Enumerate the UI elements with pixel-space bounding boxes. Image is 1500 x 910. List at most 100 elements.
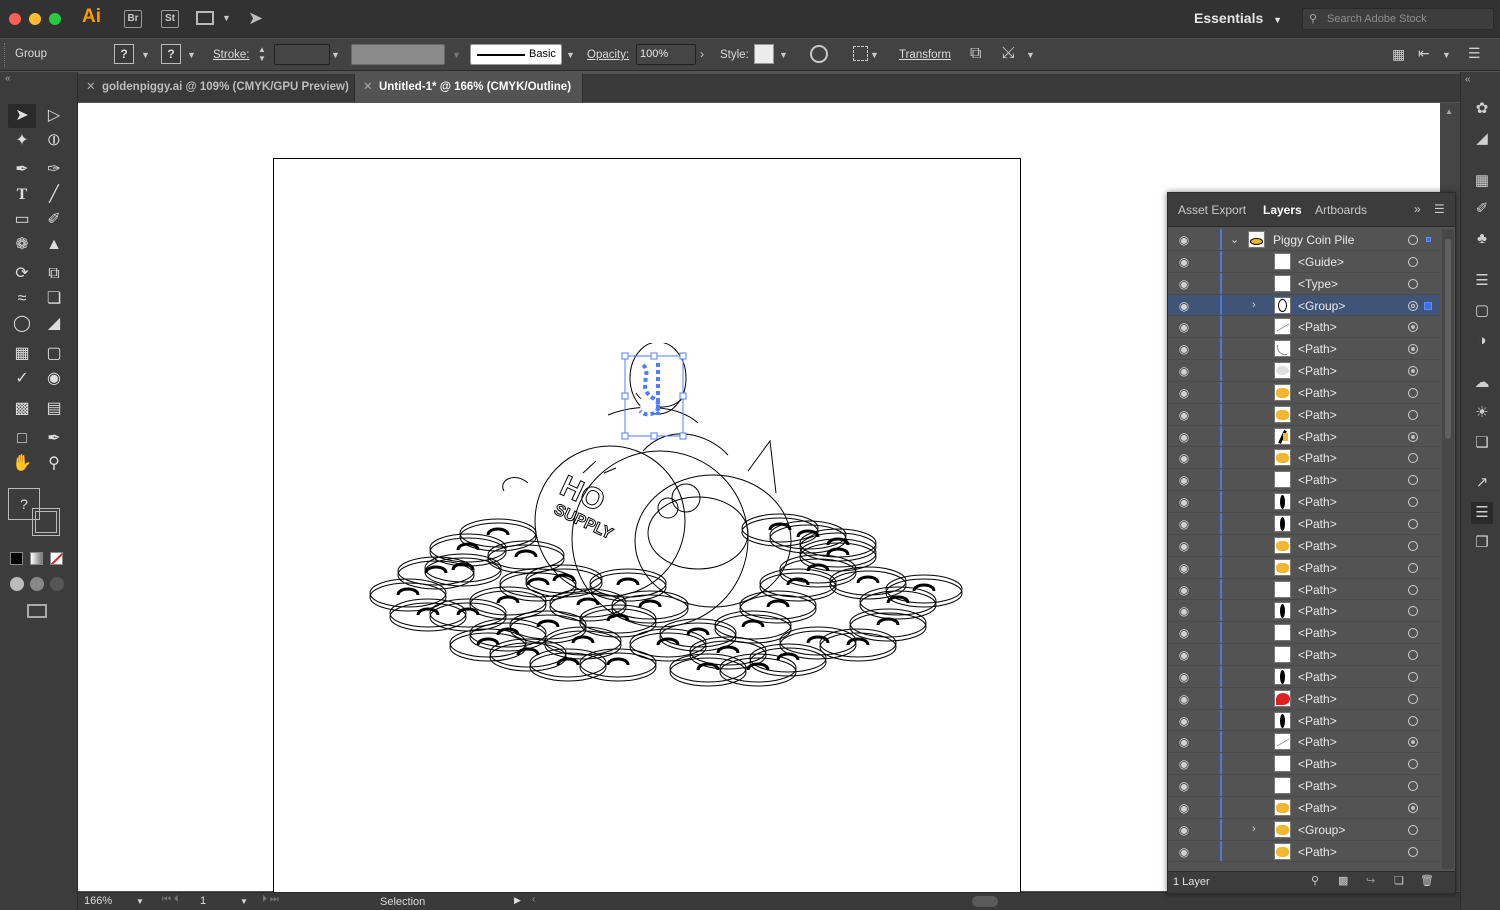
arrange-artboards-icon[interactable]: ▦ [1392, 46, 1405, 63]
transparency-panel-icon[interactable]: ◑ [1471, 330, 1493, 352]
draw-inside-icon[interactable] [50, 577, 64, 591]
layer-name[interactable]: <Path> [1298, 408, 1337, 422]
black-color-icon[interactable] [10, 552, 23, 565]
graphic-style-swatch[interactable] [754, 44, 774, 64]
zoom-window-button[interactable] [49, 13, 61, 25]
visibility-eye-icon[interactable]: ◉ [1177, 299, 1191, 313]
chevron-right-icon[interactable]: › [1252, 823, 1256, 835]
layer-name[interactable]: <Path> [1298, 692, 1337, 706]
cc-libraries-icon[interactable]: ☁ [1471, 372, 1493, 394]
layer-name[interactable]: <Group> [1298, 299, 1345, 313]
distribute-icon[interactable]: ⇤ [1418, 45, 1430, 62]
layer-name[interactable]: <Path> [1298, 561, 1337, 575]
stroke-swatch[interactable]: ? [161, 44, 181, 64]
target-circle-icon[interactable] [1408, 518, 1418, 529]
arrange-documents-icon[interactable] [196, 11, 214, 25]
visibility-eye-icon[interactable]: ◉ [1177, 670, 1191, 684]
horizontal-scroll-thumb[interactable] [972, 896, 998, 907]
bridge-button[interactable]: Br [124, 10, 142, 28]
distribute-chevron-icon[interactable]: ▼ [1442, 50, 1451, 60]
layer-row[interactable]: ◉ › <Group> [1168, 818, 1440, 841]
column-graph-tool-icon[interactable]: ▤ [40, 397, 68, 421]
layer-row[interactable]: ◉ <Path> [1168, 840, 1440, 863]
paintbrush-tool-icon[interactable]: ✐ [40, 208, 68, 232]
target-circle-icon[interactable] [1408, 366, 1418, 377]
layer-row[interactable]: ◉ <Path> [1168, 403, 1440, 426]
target-circle-icon[interactable] [1408, 475, 1418, 486]
shaper-tool-icon[interactable]: ❁ [8, 233, 36, 257]
target-circle-icon[interactable] [1408, 628, 1418, 639]
visibility-eye-icon[interactable]: ◉ [1177, 604, 1191, 618]
layer-row[interactable]: ◉ <Path> [1168, 469, 1440, 492]
layer-row[interactable]: ◉ › <Group> [1168, 294, 1440, 317]
screen-mode-icon[interactable] [27, 604, 47, 618]
visibility-eye-icon[interactable]: ◉ [1177, 823, 1191, 837]
control-panel-menu-icon[interactable]: ☰ [1468, 45, 1481, 62]
puppet-chevron-icon[interactable]: ▼ [1026, 50, 1035, 60]
align-chevron-icon[interactable]: ▼ [870, 50, 879, 60]
stroke-chevron-icon[interactable]: ▼ [187, 50, 196, 60]
layer-name[interactable]: <Type> [1298, 277, 1338, 291]
target-circle-icon[interactable] [1408, 344, 1418, 355]
horizontal-scrollbar[interactable]: ‹ [530, 894, 1460, 908]
perspective-grid-tool-icon[interactable]: ◢ [40, 312, 68, 336]
visibility-eye-icon[interactable]: ◉ [1177, 845, 1191, 859]
layer-name[interactable]: <Guide> [1298, 255, 1344, 269]
layer-name[interactable]: <Path> [1298, 451, 1337, 465]
visibility-eye-icon[interactable]: ◉ [1177, 342, 1191, 356]
asset-export-icon[interactable]: ↗ [1471, 472, 1493, 494]
layers-scrollbar[interactable] [1442, 229, 1454, 869]
close-tab-icon[interactable]: ✕ [86, 74, 96, 101]
artboard-number-field[interactable]: 1 ▼ [196, 893, 252, 910]
target-circle-icon[interactable] [1408, 562, 1418, 573]
align-to-icon[interactable] [853, 46, 868, 61]
target-circle-icon[interactable] [1408, 606, 1418, 617]
layer-row[interactable]: ◉ <Path> [1168, 338, 1440, 361]
mesh-tool-icon[interactable]: ▦ [8, 342, 36, 366]
layers-panel-icon[interactable]: ☰ [1471, 502, 1493, 524]
target-circle-icon[interactable] [1408, 824, 1418, 835]
color-panel-icon[interactable]: ✿ [1471, 98, 1493, 120]
layer-name[interactable]: <Path> [1298, 539, 1337, 553]
slice-tool-icon[interactable]: ✒ [40, 427, 68, 451]
target-circle-icon[interactable] [1408, 802, 1418, 813]
tab-layers[interactable]: Layers [1263, 203, 1302, 217]
target-circle-icon[interactable] [1408, 846, 1418, 857]
layer-row[interactable]: ◉ <Path> [1168, 709, 1440, 732]
scroll-left-icon[interactable]: ‹ [532, 894, 535, 905]
layer-row[interactable]: ◉ <Path> [1168, 512, 1440, 535]
visibility-eye-icon[interactable]: ◉ [1177, 233, 1191, 247]
curvature-tool-icon[interactable]: ✑ [40, 158, 68, 182]
none-color-icon[interactable] [50, 552, 63, 565]
target-circle-icon[interactable] [1408, 453, 1418, 464]
visibility-eye-icon[interactable]: ◉ [1177, 255, 1191, 269]
zoom-tool-icon[interactable]: ⚲ [40, 452, 68, 476]
collapse-panel-icon[interactable]: » [1414, 202, 1421, 216]
visibility-eye-icon[interactable]: ◉ [1177, 626, 1191, 640]
target-circle-icon[interactable] [1408, 256, 1418, 267]
target-circle-icon[interactable] [1408, 300, 1418, 311]
isolate-group-icon[interactable]: ⧉ [970, 45, 981, 63]
artboard-tool-icon[interactable]: □ [8, 427, 36, 451]
puppet-warp-icon[interactable]: ⤩ [1002, 45, 1015, 63]
tab-untitled[interactable]: ✕ Untitled-1* @ 166% (CMYK/Outline) [355, 74, 583, 102]
variable-width-profile[interactable] [351, 44, 445, 65]
layer-row[interactable]: ◉ <Path> [1168, 534, 1440, 557]
layer-row[interactable]: ◉ <Path> [1168, 775, 1440, 797]
variable-width-chevron-icon[interactable]: ▼ [452, 50, 461, 60]
shape-builder-tool-icon[interactable]: ◯ [8, 312, 36, 336]
free-transform-tool-icon[interactable]: ❏ [40, 287, 68, 311]
zoom-level-field[interactable]: 166% ▼ [78, 893, 146, 910]
status-menu-arrow-icon[interactable]: ▶ [514, 895, 521, 906]
type-tool-icon[interactable]: T [8, 183, 36, 207]
visibility-eye-icon[interactable]: ◉ [1177, 539, 1191, 553]
visibility-eye-icon[interactable]: ◉ [1177, 320, 1191, 334]
stroke-swatch-unknown[interactable] [32, 508, 60, 536]
opacity-input[interactable]: 100% [636, 44, 696, 65]
target-circle-icon[interactable] [1408, 409, 1418, 420]
symbol-sprayer-tool-icon[interactable]: ▩ [8, 397, 36, 421]
line-segment-tool-icon[interactable]: ╱ [40, 183, 68, 207]
layer-row[interactable]: ◉ <Path> [1168, 731, 1440, 754]
layer-row[interactable]: ◉ <Path> [1168, 447, 1440, 470]
layer-row[interactable]: ◉ <Guide> [1168, 250, 1440, 273]
